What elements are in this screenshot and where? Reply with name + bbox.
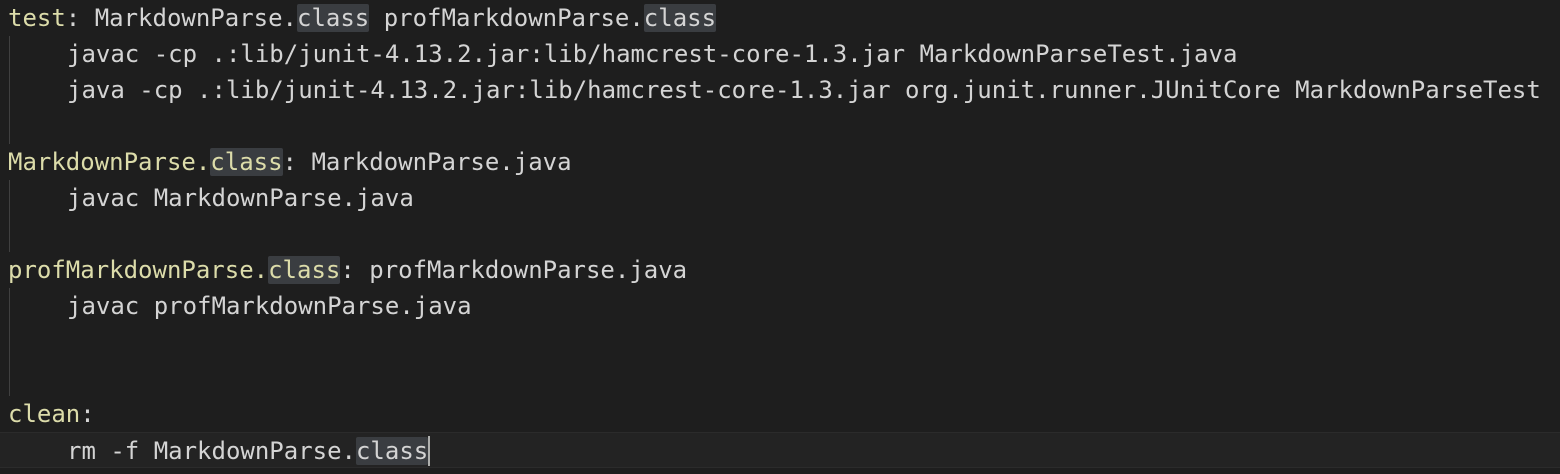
recipe-command: java -cp .:lib/junit-4.13.2.jar:lib/hamc…	[67, 76, 1541, 104]
prerequisite-text: profMarkdownParse.	[369, 4, 644, 32]
recipe-command: javac MarkdownParse.java	[67, 184, 414, 212]
code-line[interactable]	[0, 324, 1560, 360]
target-separator: :	[65, 4, 81, 32]
current-line[interactable]: rm -f MarkdownParse.class	[0, 432, 1560, 468]
make-target: MarkdownParse.	[8, 148, 211, 176]
search-highlight: class	[643, 4, 717, 32]
code-line[interactable]	[0, 216, 1560, 252]
code-line[interactable]: javac -cp .:lib/junit-4.13.2.jar:lib/ham…	[0, 36, 1560, 72]
code-line[interactable]: profMarkdownParse.class: profMarkdownPar…	[0, 252, 1560, 288]
search-highlight: class	[210, 148, 283, 176]
code-editor[interactable]: test: MarkdownParse.class profMarkdownPa…	[0, 0, 1560, 474]
search-highlight: class	[355, 437, 429, 465]
code-line[interactable]: javac profMarkdownParse.java	[0, 288, 1560, 324]
search-highlight: class	[297, 4, 370, 32]
recipe-command: javac profMarkdownParse.java	[67, 292, 472, 320]
target-separator: :	[282, 148, 297, 176]
target-separator: :	[80, 400, 95, 428]
make-target: clean	[8, 400, 81, 428]
code-line[interactable]	[0, 360, 1560, 396]
code-line[interactable]: test: MarkdownParse.class profMarkdownPa…	[0, 0, 1560, 36]
make-target: test	[8, 4, 66, 32]
code-line[interactable]: javac MarkdownParse.java	[0, 180, 1560, 216]
code-line[interactable]: clean:	[0, 396, 1560, 432]
text-cursor	[428, 435, 431, 466]
code-line[interactable]: MarkdownParse.class: MarkdownParse.java	[0, 144, 1560, 180]
prerequisite-text: profMarkdownParse.java	[354, 256, 688, 284]
search-highlight: class	[268, 256, 341, 284]
recipe-command: rm -f MarkdownParse.	[67, 437, 356, 465]
code-line[interactable]: java -cp .:lib/junit-4.13.2.jar:lib/hamc…	[0, 72, 1560, 108]
target-separator: :	[340, 256, 355, 284]
make-target: profMarkdownParse.	[8, 256, 269, 284]
prerequisite-text: MarkdownParse.	[80, 4, 297, 32]
prerequisite-text: MarkdownParse.java	[297, 148, 572, 176]
code-line[interactable]	[0, 108, 1560, 144]
recipe-command: javac -cp .:lib/junit-4.13.2.jar:lib/ham…	[67, 40, 1238, 68]
